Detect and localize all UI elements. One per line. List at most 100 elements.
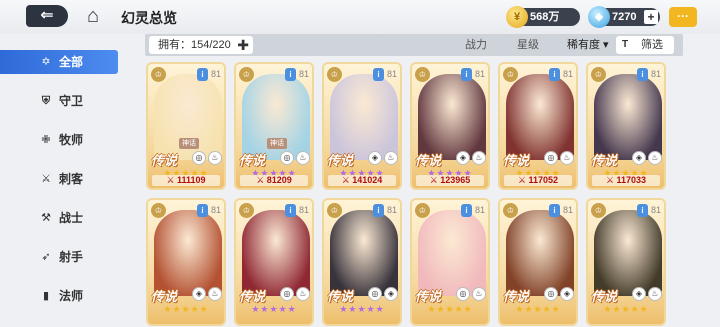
level-badge-icon: i xyxy=(373,204,384,217)
axe-icon: ⚒ xyxy=(41,212,51,224)
element-icon: ◈ xyxy=(192,287,206,301)
level-badge-icon: i xyxy=(285,204,296,217)
hero-card[interactable]: ♔ i 81 传说 ◎ ◈ ★★★★★ xyxy=(498,198,578,326)
sort-by-star[interactable]: 星级 xyxy=(517,37,539,53)
faction-icon: ♨ xyxy=(472,151,486,165)
spellbook-icon: ▮ xyxy=(42,290,50,302)
hero-card[interactable]: ♔ i 81 传说 ◈ ♨ ★★★★★ xyxy=(146,198,226,326)
faction-icon: ♨ xyxy=(208,287,222,301)
sidebar-item-label: 刺客 xyxy=(59,172,84,186)
faction-icon: ♨ xyxy=(648,151,662,165)
add-gems-button[interactable]: + xyxy=(644,10,658,24)
faction-icon: ♨ xyxy=(384,151,398,165)
sidebar-item-warrior[interactable]: ⚒ 战士 xyxy=(0,206,118,230)
class-badge-icon: ♔ xyxy=(415,203,430,218)
hero-level: 81 xyxy=(650,69,661,79)
level-badge-icon: i xyxy=(197,204,208,217)
sidebar-item-priest[interactable]: ✙ 牧师 xyxy=(0,128,118,152)
sidebar-item-label: 战士 xyxy=(59,211,84,225)
element-icon: ◈ xyxy=(368,151,382,165)
power-number: 117033 xyxy=(616,175,647,185)
faction-icon: ♨ xyxy=(472,287,486,301)
chat-button[interactable]: ··· xyxy=(669,7,697,27)
rarity-label: 传说 xyxy=(415,154,442,169)
hero-card[interactable]: ♔ i 81 传说 ◎ ♨ ★★★★★ xyxy=(410,198,490,326)
hero-card[interactable]: ♔ i 81 神话 传说 ◎ ♨ ★★★★★ ⚔ 111109 xyxy=(146,62,226,190)
star-of-david-icon: ✡ xyxy=(41,56,51,68)
hero-card[interactable]: ♔ i 81 神话 传说 ◎ ♨ ★★★★★ ⚔ 81209 xyxy=(234,62,314,190)
faction-icon: ♨ xyxy=(296,287,310,301)
element-icon: ◎ xyxy=(544,287,558,301)
filter-button[interactable]: T 筛选 xyxy=(616,36,674,54)
sidebar-item-assassin[interactable]: ⚔ 刺客 xyxy=(0,167,118,191)
rarity-label: 传说 xyxy=(503,290,530,305)
sidebar-item-guardian[interactable]: ⛨ 守卫 xyxy=(0,89,118,113)
top-bar: ⇐ ⌂ 幻灵总览 ¥ 568万 ◆ 7270 + ··· xyxy=(0,0,720,34)
level-badge-icon: i xyxy=(549,68,560,81)
faction-icon: ♨ xyxy=(648,287,662,301)
owned-count[interactable]: 拥有：154/220 ✚ xyxy=(149,36,253,54)
sidebar-item-all[interactable]: ✡ 全部 xyxy=(0,50,118,74)
hero-card[interactable]: ♔ i 81 传说 ◎ ◈ ★★★★★ xyxy=(322,198,402,326)
filter-icon: T xyxy=(622,39,629,50)
faction-icon: ♨ xyxy=(296,151,310,165)
power-number: 81209 xyxy=(266,175,292,185)
shield-icon: ⛨ xyxy=(41,95,51,107)
gem-amount: 7270 xyxy=(612,11,637,23)
sidebar-item-label: 法师 xyxy=(59,289,84,303)
expand-capacity-icon[interactable]: ✚ xyxy=(237,37,249,53)
class-badge-icon: ♔ xyxy=(239,203,254,218)
sidebar-item-label: 全部 xyxy=(59,55,84,69)
sort-by-rarity[interactable]: 稀有度 ▾ xyxy=(567,37,609,53)
class-sidebar: ✡ 全部 ⛨ 守卫 ✙ 牧师 ⚔ 刺客 ⚒ 战士 ➶ 射手 ▮ 法师 xyxy=(0,48,118,327)
hero-level: 81 xyxy=(650,205,661,215)
power-value: ⚔ 141024 xyxy=(328,175,396,186)
hero-portrait xyxy=(506,74,574,160)
rarity-label: 传说 xyxy=(415,290,442,305)
hero-card[interactable]: ♔ i 81 传说 ◈ ♨ ★★★★★ ⚔ 117033 xyxy=(586,62,666,190)
home-button[interactable]: ⌂ xyxy=(80,5,106,27)
rarity-label: 传说 xyxy=(591,290,618,305)
faction-icon: ◈ xyxy=(560,287,574,301)
element-icon: ◎ xyxy=(192,151,206,165)
gem-icon: ◆ xyxy=(588,6,610,28)
power-value: ⚔ 123965 xyxy=(416,175,484,186)
element-icon: ◈ xyxy=(632,151,646,165)
class-badge-icon: ♔ xyxy=(327,67,342,82)
page-title: 幻灵总览 xyxy=(121,10,177,26)
rarity-label: 传说 xyxy=(239,290,266,305)
level-badge-icon: i xyxy=(549,204,560,217)
class-badge-icon: ♔ xyxy=(591,203,606,218)
power-number: 123965 xyxy=(440,175,471,185)
element-icon: ◎ xyxy=(368,287,382,301)
class-badge-icon: ♔ xyxy=(151,203,166,218)
hero-level: 81 xyxy=(474,205,485,215)
hero-portrait xyxy=(330,74,398,160)
faction-icon: ♨ xyxy=(208,151,222,165)
hero-portrait xyxy=(594,210,662,296)
power-value: ⚔ 117052 xyxy=(504,175,572,186)
hero-portrait xyxy=(594,74,662,160)
hero-level: 81 xyxy=(562,205,573,215)
sidebar-item-archer[interactable]: ➶ 射手 xyxy=(0,245,118,269)
element-icon: ◎ xyxy=(280,151,294,165)
hero-card[interactable]: ♔ i 81 传说 ◎ ♨ ★★★★★ ⚔ 117052 xyxy=(498,62,578,190)
sort-by-power[interactable]: 战力 xyxy=(465,37,487,53)
level-badge-icon: i xyxy=(637,68,648,81)
power-number: 111109 xyxy=(177,175,206,185)
hero-card[interactable]: ♔ i 81 传说 ◈ ♨ ★★★★★ ⚔ 141024 xyxy=(322,62,402,190)
hero-level: 81 xyxy=(210,69,221,79)
class-badge-icon: ♔ xyxy=(151,67,166,82)
rarity-label: 传说 xyxy=(327,154,354,169)
back-button[interactable]: ⇐ xyxy=(26,5,68,27)
sidebar-item-mage[interactable]: ▮ 法师 xyxy=(0,284,118,308)
hero-card[interactable]: ♔ i 81 传说 ◈ ♨ ★★★★★ xyxy=(586,198,666,326)
power-value: ⚔ 117033 xyxy=(592,175,660,186)
back-arrow-icon: ⇐ xyxy=(40,7,54,24)
sidebar-item-label: 射手 xyxy=(59,250,84,264)
hero-card[interactable]: ♔ i 81 传说 ◎ ♨ ★★★★★ xyxy=(234,198,314,326)
hero-card[interactable]: ♔ i 81 传说 ◈ ♨ ★★★★★ ⚔ 123965 xyxy=(410,62,490,190)
class-badge-icon: ♔ xyxy=(239,67,254,82)
element-icon: ◎ xyxy=(280,287,294,301)
gold-counter: ¥ 568万 xyxy=(506,6,580,28)
